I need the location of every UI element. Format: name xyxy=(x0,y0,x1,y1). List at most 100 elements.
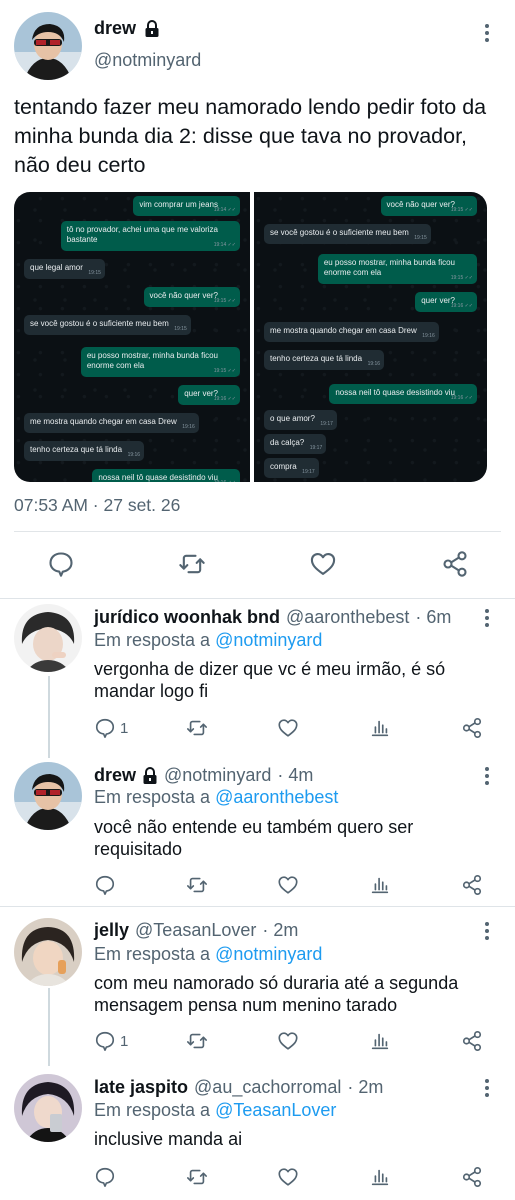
chat-bubble-text: me mostra quando chegar em casa Drew xyxy=(270,326,417,335)
reply-context: Em resposta a @notminyard xyxy=(94,944,322,965)
reply-text-line: requisitado xyxy=(94,839,183,859)
share-icon[interactable] xyxy=(461,717,483,739)
reply-author-avatar[interactable] xyxy=(14,918,82,986)
thread-line xyxy=(48,676,50,758)
main-tweet-text: tentando fazer meu namorado lendo pedir … xyxy=(14,95,487,177)
reply-text: com meu namorado só duraria até a segund… xyxy=(94,972,494,1016)
reply-author-name[interactable]: late jaspito xyxy=(94,1077,188,1098)
reply-author-name[interactable]: jurídico woonhak bnd xyxy=(94,607,280,628)
reply-author-name[interactable]: drew xyxy=(94,765,136,786)
reply-more-options-icon[interactable] xyxy=(477,764,497,788)
reply-text-line: mensagem pensa num menino tarado xyxy=(94,995,398,1015)
reply-author-name[interactable]: jelly xyxy=(94,920,129,941)
reply-more-options-icon[interactable] xyxy=(477,919,497,943)
reply-text-line: vergonha de dizer que vc é meu irmão, é … xyxy=(94,659,446,679)
reply-text-line: você não entende eu também quero ser xyxy=(94,817,414,837)
reply-context: Em resposta a @TeasanLover xyxy=(94,1100,336,1121)
chat-screenshot-right[interactable]: você não quer ver? 19:15 ✓✓ se você gostou… xyxy=(254,192,487,482)
chat-bubble-time: 19:16 xyxy=(367,361,381,367)
chat-bubble-text: vim comprar um jeans xyxy=(139,200,218,209)
reply-author-avatar[interactable] xyxy=(14,762,82,830)
reply-text-line: com meu namorado só duraria até a segund… xyxy=(94,973,459,993)
main-tweet-timestamp[interactable]: 07:53 AM · 27 set. 26 xyxy=(14,495,180,516)
like-icon[interactable] xyxy=(277,874,299,896)
chat-bubble-in: que legal amor 19:15 xyxy=(24,259,105,279)
retweet-icon[interactable] xyxy=(186,1030,208,1052)
chat-bubble-in: compra 19:17 xyxy=(264,458,319,478)
reply-author-handle[interactable]: @aaronthebest xyxy=(286,607,409,628)
chat-bubble-time: 19:15 ✓✓ xyxy=(450,275,473,281)
share-icon[interactable] xyxy=(441,550,469,578)
chat-bubble-text: enorme com ela xyxy=(323,268,382,277)
chat-bubble-time: 19:17 xyxy=(309,445,323,451)
share-icon[interactable] xyxy=(461,874,483,896)
reply-icon[interactable]: 1 xyxy=(94,717,128,739)
chat-bubble-time: 19:14 ✓✓ xyxy=(213,207,236,213)
main-author-name-row[interactable]: drew xyxy=(94,18,160,39)
chat-bubble-time: 19:16 ✓✓ xyxy=(450,395,473,401)
reply-time[interactable]: · 2m xyxy=(347,1077,383,1098)
chat-bubble-time: 19:16 xyxy=(182,424,195,430)
chat-bubble-text: bastante xyxy=(66,235,98,244)
chat-bubble-out: você não quer ver? 19:15 ✓✓ xyxy=(143,287,240,307)
chat-bubble-time: 19:17 xyxy=(320,421,333,427)
reply-author-avatar[interactable] xyxy=(14,1074,82,1142)
section-divider xyxy=(0,598,515,599)
divider xyxy=(14,531,501,532)
analytics-icon[interactable] xyxy=(369,1166,391,1188)
analytics-icon[interactable] xyxy=(369,874,391,896)
chat-bubble-time: 19:16 ✓✓ xyxy=(214,478,236,482)
main-author-avatar[interactable] xyxy=(14,12,82,80)
reply-icon[interactable] xyxy=(47,550,75,578)
share-icon[interactable] xyxy=(461,1030,483,1052)
chat-bubble-time: 19:17 xyxy=(302,469,315,475)
reply-context: Em resposta a @aaronthebest xyxy=(94,787,338,808)
main-author-name[interactable]: drew xyxy=(94,18,136,39)
retweet-icon[interactable] xyxy=(178,550,206,578)
main-more-options-icon[interactable] xyxy=(477,21,497,45)
reply-more-options-icon[interactable] xyxy=(477,606,497,630)
reply-author-handle[interactable]: @TeasanLover xyxy=(135,920,256,941)
main-author-handle[interactable]: @notminyard xyxy=(94,50,201,71)
reply-author-handle[interactable]: @notminyard xyxy=(164,765,271,786)
reply-icon[interactable] xyxy=(94,874,120,896)
section-divider xyxy=(0,906,515,907)
like-icon[interactable] xyxy=(309,550,337,578)
reply-to-link[interactable]: @notminyard xyxy=(215,630,322,650)
reply-count: 1 xyxy=(120,719,129,737)
reply-author-avatar[interactable] xyxy=(14,604,82,672)
retweet-icon[interactable] xyxy=(186,874,208,896)
chat-bubble-out: você não quer ver? 19:15 ✓✓ xyxy=(380,196,477,216)
reply-count: 1 xyxy=(120,1032,129,1050)
chat-bubble-out: eu posso mostrar, minha bunda ficou enorm… xyxy=(80,347,240,377)
reply-time[interactable]: · 6m xyxy=(415,607,451,628)
reply-icon[interactable]: 1 xyxy=(94,1030,128,1052)
reply-more-options-icon[interactable] xyxy=(477,1076,497,1100)
chat-bubble-text: se você gostou é o suficiente meu bem xyxy=(270,228,409,237)
analytics-icon[interactable] xyxy=(369,1030,391,1052)
chat-bubble-time: 19:15 ✓✓ xyxy=(213,368,236,374)
chat-bubble-time: 19:15 xyxy=(414,235,427,241)
like-icon[interactable] xyxy=(277,1030,299,1052)
like-icon[interactable] xyxy=(277,717,299,739)
chat-bubble-out: tô no provador, achei uma que me valoriz… xyxy=(60,221,240,251)
reply-to-link[interactable]: @TeasanLover xyxy=(215,1100,336,1120)
chat-screenshot-left[interactable]: vim comprar um jeans 19:14 ✓✓ tô no provad… xyxy=(14,192,250,482)
reply-author-handle[interactable]: @au_cachorromal xyxy=(194,1077,341,1098)
reply-time[interactable]: · 2m xyxy=(262,920,298,941)
chat-bubble-text: me mostra quando chegar em casa Drew xyxy=(30,417,177,426)
chat-bubble-in: me mostra quando chegar em casa Drew 19:1… xyxy=(264,322,439,342)
like-icon[interactable] xyxy=(277,1166,299,1188)
chat-bubble-text: você não quer ver? xyxy=(386,200,456,209)
reply-text: vergonha de dizer que vc é meu irmão, é … xyxy=(94,658,494,702)
reply-to-link[interactable]: @notminyard xyxy=(215,944,322,964)
chat-bubble-time: 19:15 xyxy=(88,270,101,276)
reply-to-link[interactable]: @aaronthebest xyxy=(215,787,338,807)
retweet-icon[interactable] xyxy=(186,1166,208,1188)
retweet-icon[interactable] xyxy=(186,717,208,739)
analytics-icon[interactable] xyxy=(369,717,391,739)
share-icon[interactable] xyxy=(461,1166,483,1188)
reply-icon[interactable] xyxy=(94,1166,120,1188)
chat-bubble-in: o que amor? 19:17 xyxy=(264,410,337,430)
reply-time[interactable]: · 4m xyxy=(277,765,313,786)
